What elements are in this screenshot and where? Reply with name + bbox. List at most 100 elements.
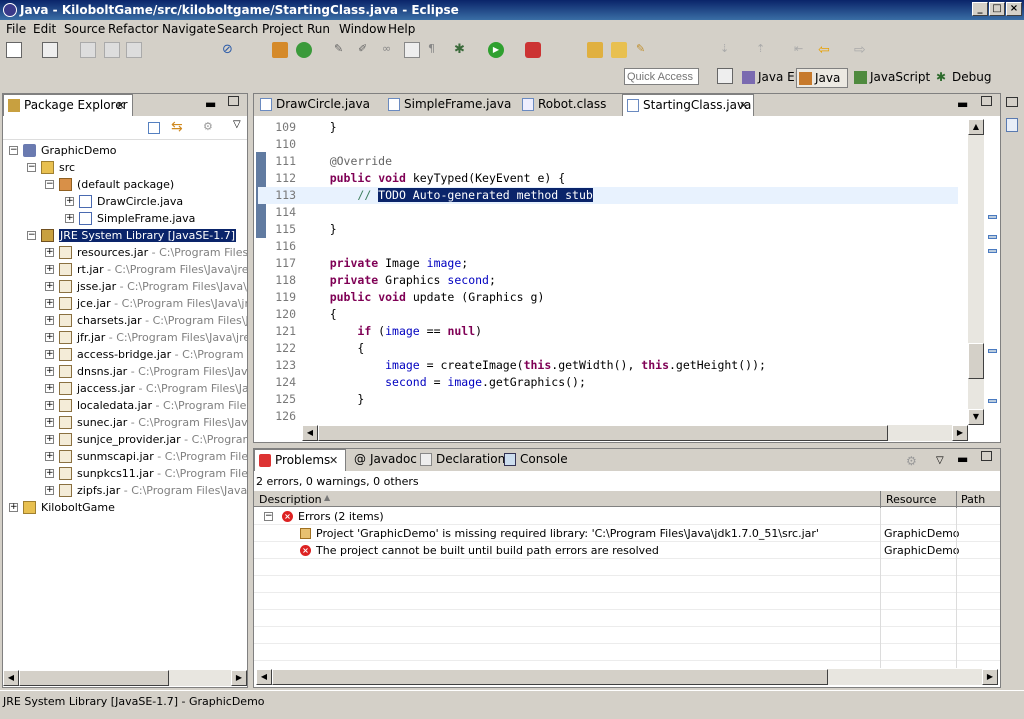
refresh-icon[interactable] (296, 42, 312, 58)
collapse-icon[interactable]: − (45, 180, 54, 189)
scroll-down-icon[interactable]: ▼ (968, 409, 984, 425)
view-menu-icon[interactable]: ▽ (233, 119, 241, 130)
column-path[interactable]: Path (961, 493, 985, 506)
minimize-view-icon[interactable]: ▬ (957, 94, 968, 114)
code-line[interactable]: 110 (258, 136, 958, 153)
sort-up-icon[interactable]: ▲ (324, 493, 330, 502)
view-menu-filter-icon[interactable]: ⚙ (203, 120, 213, 133)
code-line[interactable]: 126 (258, 408, 958, 425)
problem-row[interactable]: Project 'GraphicDemo' is missing require… (254, 525, 999, 542)
problems-group-row[interactable]: − × Errors (2 items) (254, 508, 999, 525)
maximize-view-icon[interactable] (981, 96, 992, 106)
link-icon[interactable]: ∞ (382, 42, 398, 58)
last-edit-icon[interactable]: ⇤ (794, 42, 810, 58)
collapse-icon[interactable]: − (264, 512, 273, 521)
expand-icon[interactable]: + (45, 265, 54, 274)
code-line[interactable]: 109 } (258, 119, 958, 136)
collapse-icon[interactable]: − (27, 231, 36, 240)
scroll-left-icon[interactable]: ◀ (256, 669, 272, 685)
forward-icon[interactable]: ⇨ (854, 42, 870, 58)
tree-hscrollbar[interactable]: ◀ ▶ (3, 670, 247, 686)
tab-declaration[interactable]: Declaration (416, 449, 505, 471)
code-line[interactable]: 114 (258, 204, 958, 221)
open-type-icon[interactable] (587, 42, 603, 58)
annotation-icon[interactable]: ⇣ (720, 42, 736, 58)
editor-hscroll-thumb[interactable] (318, 425, 888, 441)
outline-icon[interactable] (1006, 118, 1018, 132)
debug-bug-icon[interactable]: ✱ (454, 42, 470, 58)
close-button[interactable]: × (1006, 2, 1022, 16)
back-icon[interactable]: ⇦ (818, 42, 834, 58)
new-wizard-icon[interactable] (42, 42, 58, 58)
expand-icon[interactable]: + (45, 452, 54, 461)
column-description[interactable]: Description (259, 493, 322, 506)
code-line[interactable]: 122 { (258, 340, 958, 357)
code-line[interactable]: 116 (258, 238, 958, 255)
menu-run[interactable]: Run (307, 20, 330, 38)
tab-javadoc[interactable]: @ Javadoc (350, 449, 417, 471)
code-line[interactable]: 112 public void keyTyped(KeyEvent e) { (258, 170, 958, 187)
collapse-all-icon[interactable] (148, 122, 160, 134)
menu-source[interactable]: Source (64, 20, 105, 38)
open-perspective-icon[interactable] (717, 68, 733, 84)
scroll-left-icon[interactable]: ◀ (302, 425, 318, 441)
code-line[interactable]: 125 } (258, 391, 958, 408)
menu-project[interactable]: Project (262, 20, 303, 38)
expand-icon[interactable]: + (45, 486, 54, 495)
perspective-java-ee[interactable]: Java EE (740, 68, 802, 88)
expand-icon[interactable]: + (45, 469, 54, 478)
scroll-right-icon[interactable]: ▶ (231, 670, 247, 686)
expand-icon[interactable]: + (45, 367, 54, 376)
tab-console[interactable]: Console (500, 449, 568, 471)
expand-icon[interactable]: + (45, 333, 54, 342)
scroll-right-icon[interactable]: ▶ (952, 425, 968, 441)
tool-icon[interactable]: ✎ (334, 42, 350, 58)
ruler-mark[interactable] (988, 349, 997, 353)
minimize-view-icon[interactable]: ▬ (205, 94, 216, 114)
tab-simpleframe[interactable]: SimpleFrame.java (384, 94, 512, 116)
pen-icon[interactable]: ✐ (358, 42, 374, 58)
next-annotation-icon[interactable]: ⇡ (756, 42, 772, 58)
column-divider[interactable] (956, 491, 957, 508)
perspective-java[interactable]: Java (796, 68, 848, 88)
expand-icon[interactable]: + (65, 214, 74, 223)
code-line[interactable]: 119 public void update (Graphics g) (258, 289, 958, 306)
ruler-mark[interactable] (988, 399, 997, 403)
column-divider[interactable] (880, 491, 881, 508)
code-line[interactable]: 111 @Override (258, 153, 958, 170)
collapse-icon[interactable]: − (27, 163, 36, 172)
editor-hscrollbar[interactable]: ◀ ▶ (302, 425, 968, 441)
code-line[interactable]: 121 if (image == null) (258, 323, 958, 340)
minimize-button[interactable]: _ (972, 2, 988, 16)
filter-icon[interactable]: ⚙ (906, 451, 917, 471)
run-icon[interactable]: ▶ (488, 42, 504, 58)
save-icon[interactable] (80, 42, 96, 58)
problem-row[interactable]: × The project cannot be built until buil… (254, 542, 999, 559)
tab-robot-class[interactable]: Robot.class (518, 94, 618, 116)
expand-icon[interactable]: + (45, 350, 54, 359)
menu-refactor[interactable]: Refactor (108, 20, 158, 38)
perspective-javascript[interactable]: JavaScript (852, 68, 930, 88)
expand-icon[interactable]: + (65, 197, 74, 206)
tab-startingclass[interactable]: StartingClass.java ✕ (622, 94, 754, 116)
problems-hscrollbar[interactable]: ◀ ▶ (256, 669, 998, 685)
expand-icon[interactable]: + (45, 418, 54, 427)
collapse-icon[interactable]: − (9, 146, 18, 155)
maximize-view-icon[interactable] (981, 451, 992, 461)
editor-vscrollbar[interactable]: ▲ ▼ (968, 119, 984, 425)
code-line[interactable]: 115 } (258, 221, 958, 238)
ruler-mark[interactable] (988, 215, 997, 219)
expand-icon[interactable]: + (45, 401, 54, 410)
restore-icon[interactable] (1006, 97, 1018, 107)
open-folder-icon[interactable] (611, 42, 627, 58)
new-server-icon[interactable] (272, 42, 288, 58)
menu-search[interactable]: Search (217, 20, 258, 38)
run-external-icon[interactable] (525, 42, 541, 58)
expand-icon[interactable]: + (45, 248, 54, 257)
maximize-button[interactable]: □ (989, 2, 1005, 16)
code-line[interactable]: 113 // TODO Auto-generated method stub (258, 187, 958, 204)
new-icon[interactable] (6, 42, 22, 58)
code-line[interactable]: 123 image = createImage(this.getWidth(),… (258, 357, 958, 374)
code-area[interactable]: 109 } 110 111 @Override 112 public void key… (258, 119, 968, 425)
tree-hscroll-thumb[interactable] (19, 670, 169, 686)
